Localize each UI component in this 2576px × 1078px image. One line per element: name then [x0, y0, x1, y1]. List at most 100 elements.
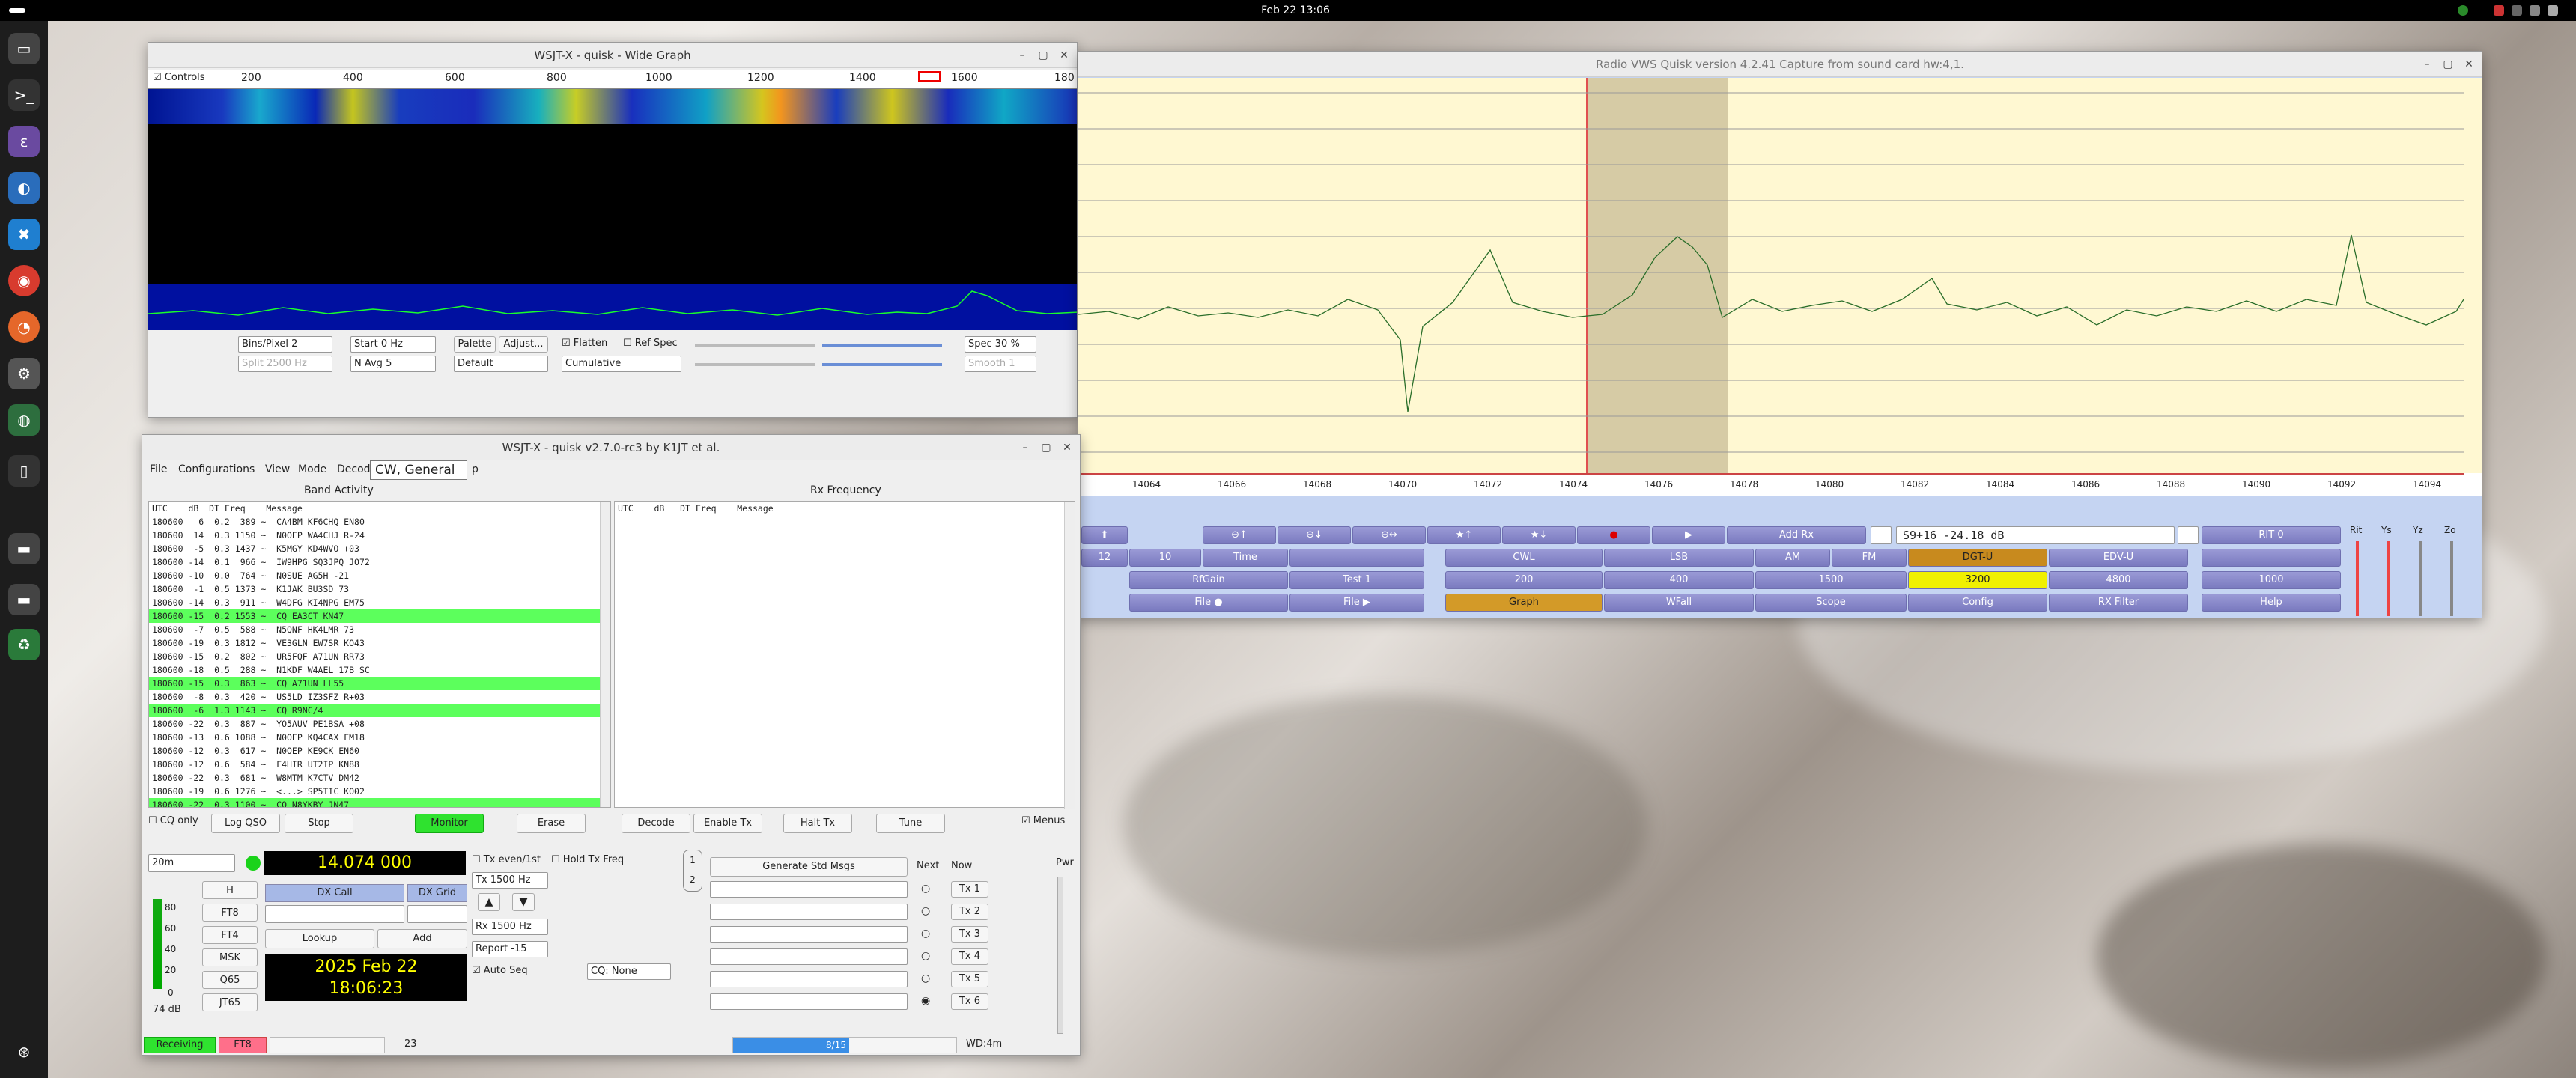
split-spinbox[interactable]: Split 2500 Hz — [238, 356, 332, 372]
emacs-icon[interactable]: ε — [8, 126, 40, 157]
band-activity-row[interactable]: 180600 -19 0.6 1276 ~ <...> SP5TIC KO02 — [149, 785, 610, 798]
band-activity-row[interactable]: 180600 -15 0.2 802 ~ UR5FQF A71UN RR73 — [149, 650, 610, 663]
chrome-icon[interactable]: ◉ — [8, 265, 40, 296]
bw-4800-button[interactable]: 4800 — [2049, 571, 2188, 589]
arrow-down-button[interactable]: ▼ — [512, 893, 535, 911]
band-activity-row[interactable]: 180600 14 0.3 1150 ~ N0OEP WA4CHJ R-24 — [149, 529, 610, 542]
band-activity-row[interactable]: 180600 -22 0.3 681 ~ W8MTM K7CTV DM42 — [149, 771, 610, 785]
palette-button[interactable]: Palette — [454, 336, 496, 353]
band-activity-row[interactable]: 180600 -15 0.2 1553 ~ CQ EA3CT KN47 — [149, 609, 610, 623]
zoom-down-button[interactable]: ⊖↓ — [1278, 526, 1351, 544]
slider[interactable] — [695, 363, 815, 366]
zero-slider[interactable] — [822, 344, 942, 347]
report-spinbox[interactable]: Report -15 — [472, 941, 548, 957]
vscode-icon[interactable]: ✖ — [8, 219, 40, 250]
tx2-radio[interactable]: ○ — [921, 905, 930, 917]
menu-view[interactable]: View — [265, 463, 290, 475]
mic-icon[interactable] — [2494, 5, 2504, 16]
monitor-button[interactable]: Monitor — [415, 814, 484, 833]
rit-slider[interactable] — [2356, 541, 2359, 616]
time-button[interactable]: Time — [1203, 549, 1288, 567]
mode-msk-button[interactable]: MSK — [202, 948, 258, 966]
arrow-up-button[interactable]: ▲ — [478, 893, 500, 911]
lsb-button[interactable]: LSB — [1604, 549, 1754, 567]
star-up-button[interactable]: ★↑ — [1427, 526, 1501, 544]
maximize-icon[interactable]: ▢ — [1039, 441, 1053, 454]
wfall-button[interactable]: WFall — [1604, 594, 1754, 612]
gain-slider[interactable] — [695, 344, 815, 347]
tx1-message-input[interactable] — [710, 881, 908, 898]
graph-button[interactable]: Graph — [1445, 594, 1603, 612]
band-activity-row[interactable]: 180600 -5 0.3 1437 ~ K5MGY KD4WVO +03 — [149, 542, 610, 555]
help-button[interactable]: Help — [2202, 594, 2341, 612]
scrollbar[interactable] — [1064, 502, 1075, 808]
erase-button[interactable]: Erase — [517, 814, 586, 833]
band-activity-row[interactable]: 180600 -22 0.3 1100 ~ CQ N8YKBY JN47 — [149, 798, 610, 807]
dx-grid-input[interactable] — [407, 905, 467, 923]
tx4-message-input[interactable] — [710, 948, 908, 965]
close-icon[interactable]: ✕ — [1060, 441, 1074, 454]
clock[interactable]: Feb 22 13:06 — [1243, 4, 1348, 16]
rx-frequency-list[interactable]: UTC dB DT Freq Message — [614, 501, 1075, 808]
tx5-message-input[interactable] — [710, 971, 908, 987]
default-dropdown[interactable]: Default — [454, 356, 548, 372]
firefox-dev-icon[interactable]: ◐ — [8, 172, 40, 204]
band-activity-row[interactable]: 180600 -8 0.3 420 ~ US5LD IZ3SFZ R+03 — [149, 690, 610, 704]
start-freq-spinbox[interactable]: Start 0 Hz — [350, 336, 436, 353]
lookup-button[interactable]: Lookup — [265, 929, 374, 948]
band-activity-row[interactable]: 180600 -10 0.0 764 ~ N0SUE AG5H -21 — [149, 569, 610, 582]
flatten-checkbox[interactable]: ☑ Flatten — [562, 338, 607, 349]
minimize-icon[interactable]: – — [2420, 58, 2434, 71]
band-activity-row[interactable]: 180600 6 0.2 389 ~ CA4BM KF6CHQ EN80 — [149, 515, 610, 529]
tx2-message-input[interactable] — [710, 904, 908, 920]
drive-icon[interactable]: ▬ — [8, 533, 40, 564]
network-icon[interactable] — [2512, 5, 2522, 16]
shield-icon[interactable] — [2458, 5, 2468, 16]
menu-configurations[interactable]: Configurations — [178, 463, 255, 475]
band-activity-row[interactable]: 180600 -12 0.3 617 ~ N0OEP KE9CK EN60 — [149, 744, 610, 758]
pwr-slider[interactable] — [1057, 877, 1063, 1034]
tx3-radio[interactable]: ○ — [921, 928, 930, 940]
rfgain-button[interactable]: RfGain — [1129, 571, 1288, 589]
band-activity-row[interactable]: 180600 -14 0.1 966 ~ IW9HPG SQ3JPQ JO72 — [149, 555, 610, 569]
band-activity-row[interactable]: 180600 -19 0.3 1812 ~ VE3GLN EW7SR KO43 — [149, 636, 610, 650]
log-qso-button[interactable]: Log QSO — [211, 814, 280, 833]
bw-200-button[interactable]: 200 — [1445, 571, 1603, 589]
tx1-radio[interactable]: ○ — [921, 883, 930, 895]
tab-2[interactable]: 2 — [684, 870, 702, 889]
decode-button[interactable]: Decode — [622, 814, 690, 833]
tx6-radio[interactable]: ◉ — [921, 995, 930, 1007]
cq-only-checkbox[interactable]: ☐ CQ only — [148, 815, 198, 826]
minimize-icon[interactable]: – — [1018, 441, 1032, 454]
edv-u-button[interactable]: EDV-U — [2049, 549, 2188, 567]
config-button[interactable]: Config — [1908, 594, 2047, 612]
mode-ft4-button[interactable]: FT4 — [202, 926, 258, 944]
mode-ft8-button[interactable]: FT8 — [202, 904, 258, 922]
activities-indicator[interactable] — [9, 8, 25, 13]
tx4-button[interactable]: Tx 4 — [951, 948, 988, 965]
auto-seq-checkbox[interactable]: ☑ Auto Seq — [472, 965, 528, 976]
spectrum-graph[interactable] — [1078, 78, 2482, 473]
power-icon[interactable] — [2548, 5, 2558, 16]
zoom-up-button[interactable]: ⊖↑ — [1203, 526, 1276, 544]
mode-h-button[interactable]: H — [202, 881, 258, 899]
tx-freq-spinbox[interactable]: Tx 1500 Hz — [472, 872, 548, 889]
controls-checkbox[interactable]: ☑ Controls — [153, 72, 205, 83]
terminal-icon[interactable]: ▭ — [8, 33, 40, 64]
test1-button[interactable]: Test 1 — [1289, 571, 1424, 589]
fm-button[interactable]: FM — [1832, 549, 1907, 567]
band-activity-row[interactable]: 180600 -14 0.3 911 ~ W4DFG KI4NPG EM75 — [149, 596, 610, 609]
halt-tx-button[interactable]: Halt Tx — [783, 814, 852, 833]
apps-grid-icon[interactable]: ⊛ — [8, 1036, 40, 1068]
band-activity-list[interactable]: UTC dB DT Freq Message 180600 6 0.2 389 … — [148, 501, 611, 808]
scope-button[interactable]: Scope — [1755, 594, 1907, 612]
scrollbar[interactable] — [600, 502, 610, 807]
smooth-spinbox[interactable]: Smooth 1 — [965, 356, 1036, 372]
bins-per-pixel-spinbox[interactable]: Bins/Pixel 2 — [238, 336, 332, 353]
tx3-button[interactable]: Tx 3 — [951, 926, 988, 943]
star-down-button[interactable]: ★↓ — [1502, 526, 1576, 544]
bw-3200-button[interactable]: 3200 — [1908, 571, 2047, 589]
dx-call-input[interactable] — [265, 905, 404, 923]
band-activity-row[interactable]: 180600 -7 0.5 588 ~ N5QNF HK4LMR 73 — [149, 623, 610, 636]
close-icon[interactable]: ✕ — [2462, 58, 2476, 71]
